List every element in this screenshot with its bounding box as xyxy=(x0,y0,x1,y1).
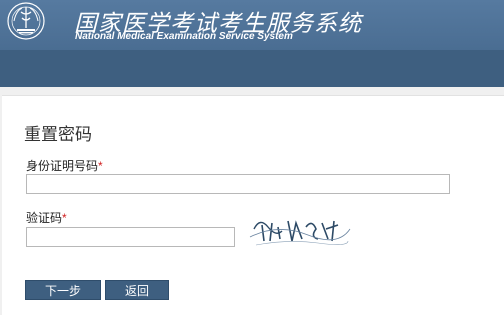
required-mark: * xyxy=(98,159,103,173)
back-button[interactable]: 返回 xyxy=(105,280,169,300)
id-number-label-text: 身份证明号码 xyxy=(26,159,99,173)
captcha-image[interactable] xyxy=(248,211,352,251)
id-number-label: 身份证明号码* xyxy=(26,157,103,174)
id-number-input[interactable] xyxy=(26,174,450,194)
site-header: 国家医学考试考生服务系统 National Medical Examinatio… xyxy=(0,0,504,50)
site-title-en: National Medical Examination Service Sys… xyxy=(75,31,293,42)
reset-password-panel: 重置密码 身份证明号码* 验证码* 下一步 返回 xyxy=(2,95,504,315)
page-title: 重置密码 xyxy=(24,125,92,144)
captcha-label-text: 验证码 xyxy=(26,211,63,225)
emblem-icon xyxy=(7,2,45,40)
captcha-label: 验证码* xyxy=(26,209,67,226)
captcha-input[interactable] xyxy=(26,227,235,247)
required-mark: * xyxy=(62,211,67,225)
next-button[interactable]: 下一步 xyxy=(25,280,101,300)
nav-bar xyxy=(0,50,504,87)
